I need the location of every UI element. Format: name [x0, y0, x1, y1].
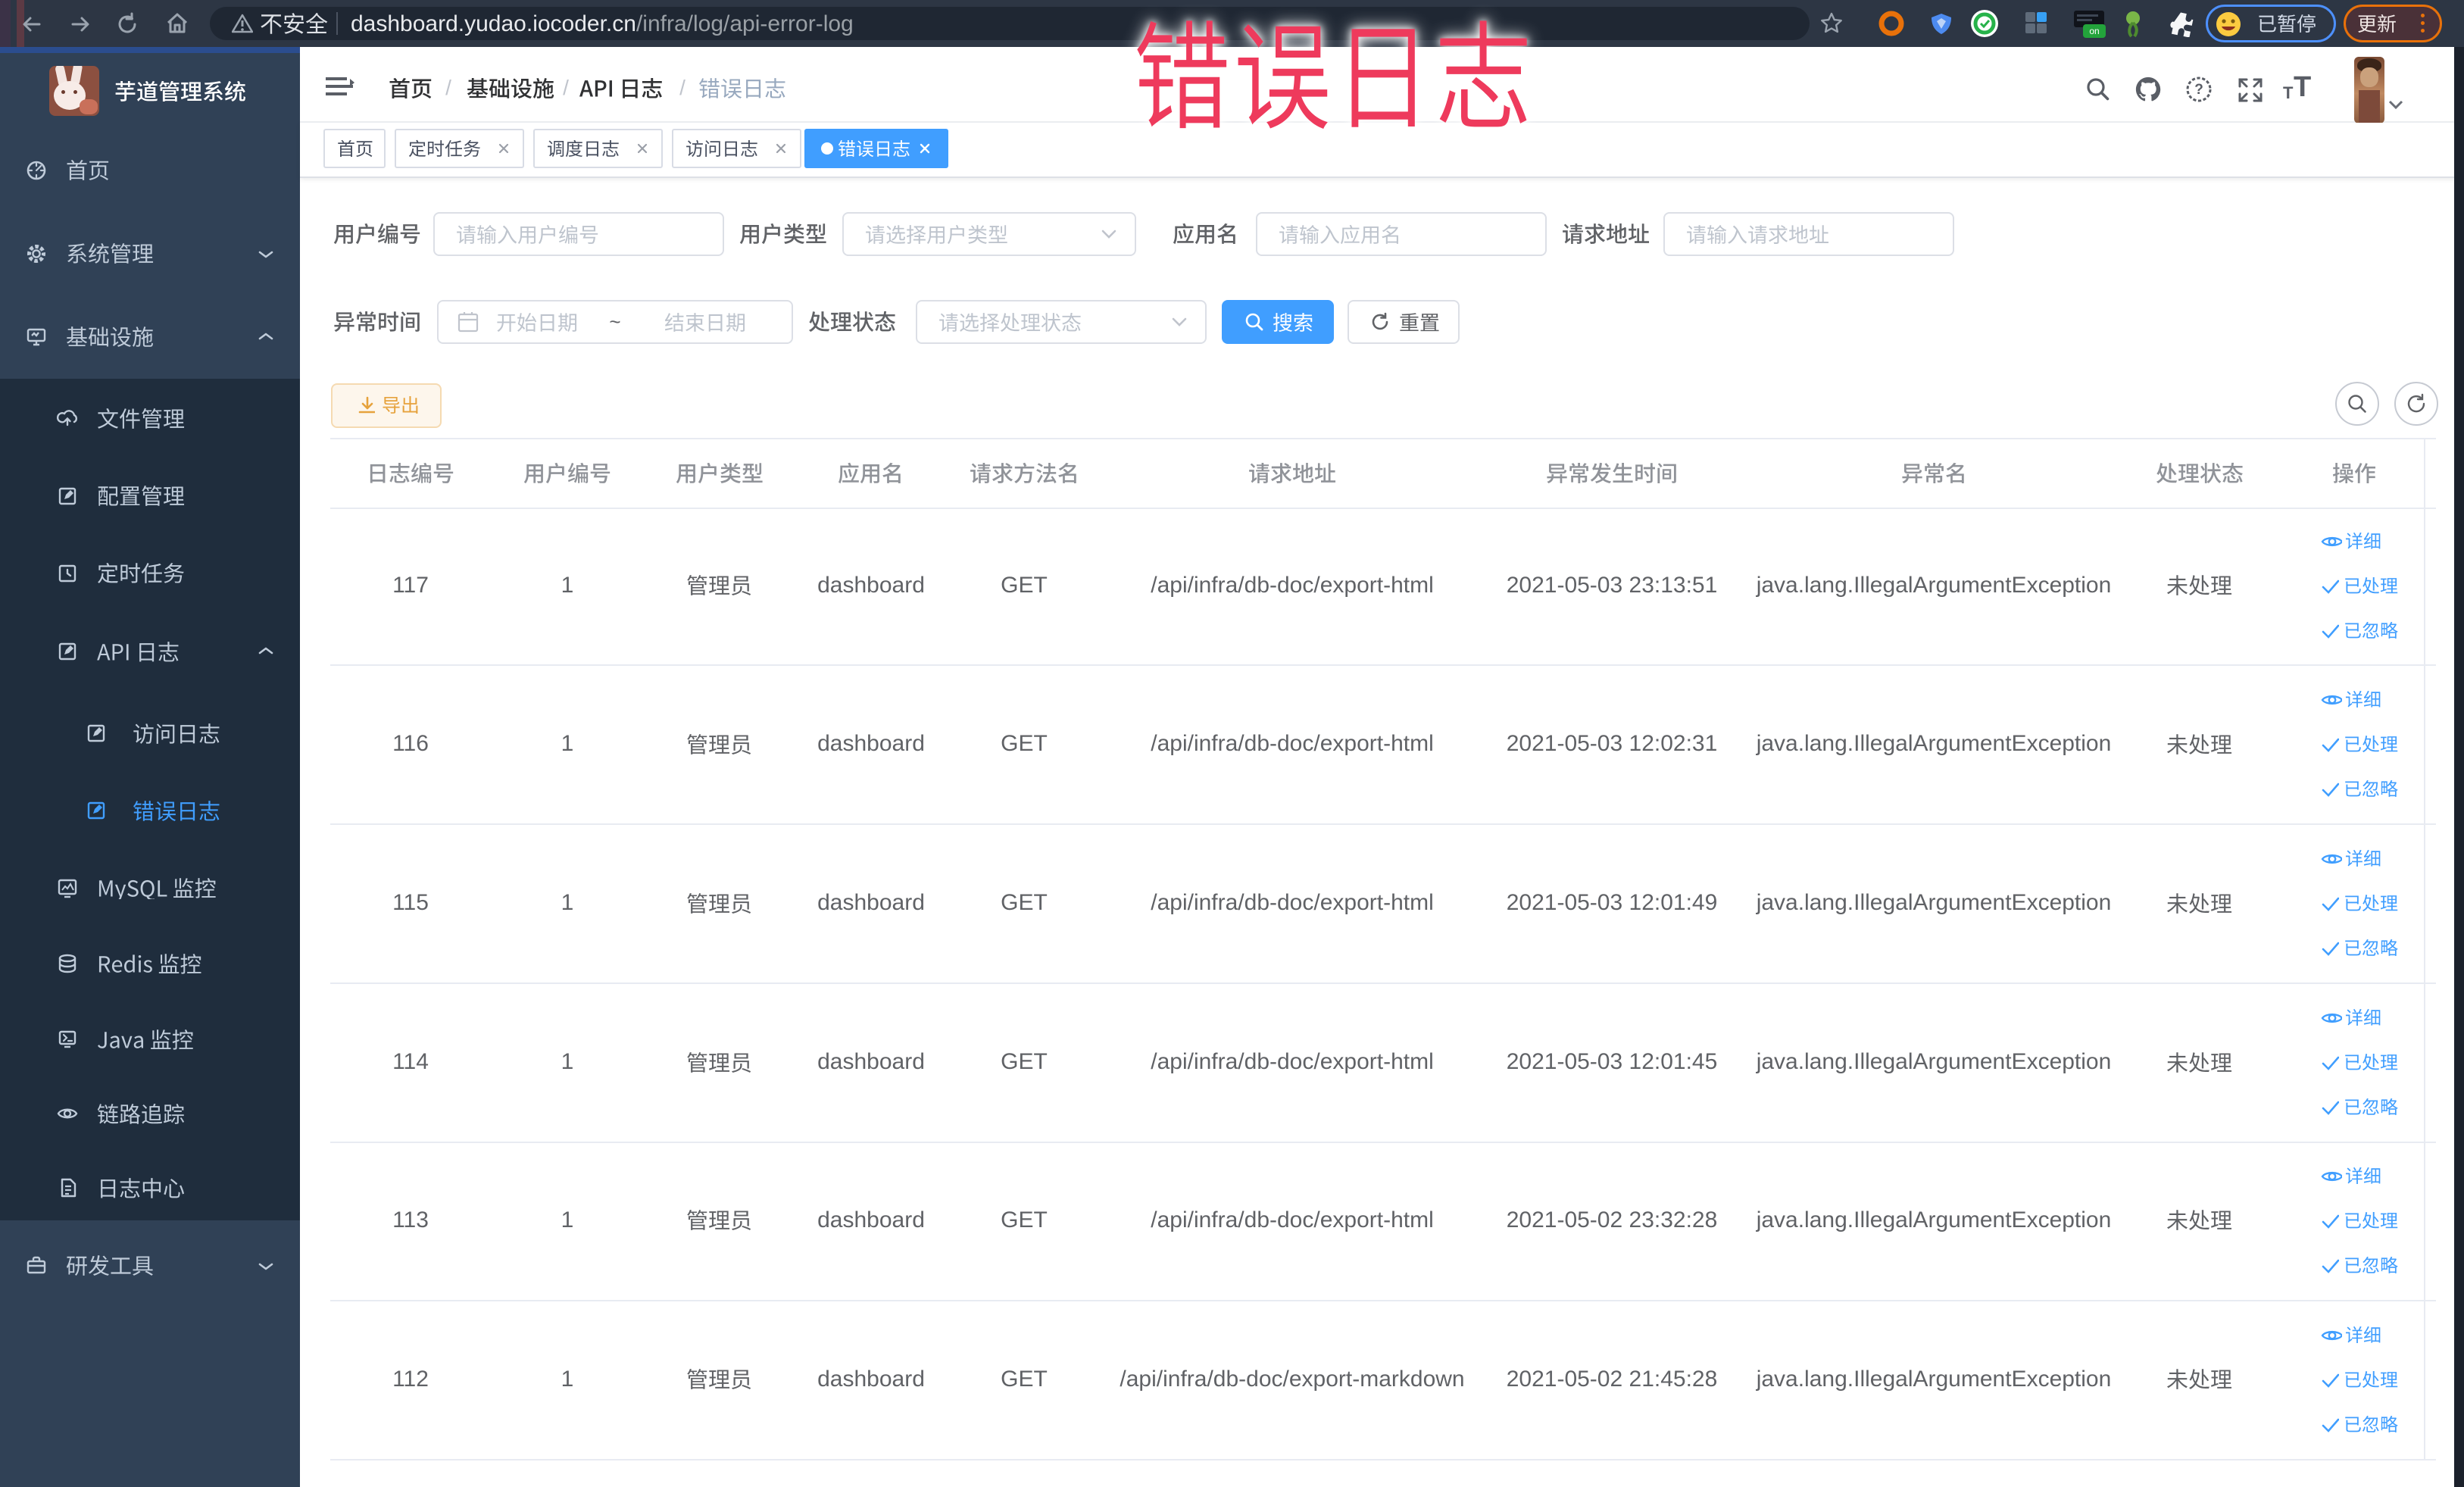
svg-text:on: on: [2089, 26, 2099, 36]
svg-text:?: ?: [2194, 82, 2203, 98]
